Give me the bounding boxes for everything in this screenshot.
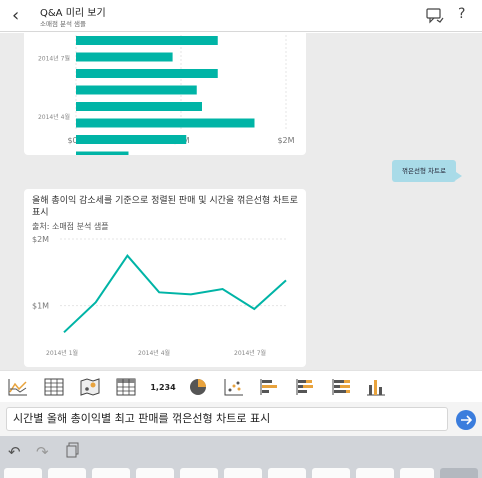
back-arrow-icon[interactable]: ‹ <box>12 6 30 26</box>
undo-icon[interactable]: ↶ <box>8 442 28 462</box>
card-number-icon[interactable]: 1,234 <box>148 374 178 400</box>
series-line <box>63 254 287 334</box>
bar <box>76 69 218 78</box>
top-bar: ‹ Q&A 미리 보기 소매점 분석 샘플 ? <box>0 0 482 32</box>
keyboard-shortcut-bar: ↶ ↷ <box>0 436 482 478</box>
x-tick-label: $2M <box>277 136 294 145</box>
table-icon[interactable] <box>40 374 68 400</box>
bar <box>76 85 197 95</box>
paste-icon[interactable] <box>66 442 86 462</box>
keyboard-key[interactable] <box>92 468 130 478</box>
send-arrow-icon <box>461 415 472 425</box>
keyboard-key[interactable] <box>356 468 394 478</box>
bar-chart-card[interactable]: $0M$1M$2M2014년 7월2014년 4월2014년 1월 <box>24 33 306 171</box>
qa-conversation: $0M$1M$2M2014년 7월2014년 4월2014년 1월 꺾은선형 차… <box>0 33 482 370</box>
keyboard-key[interactable] <box>312 468 350 478</box>
y-tick-label: 2014년 7월 <box>38 55 70 63</box>
keyboard-key[interactable] <box>400 468 434 478</box>
x-tick-label: 2014년 7월 <box>234 349 266 357</box>
redo-icon[interactable]: ↷ <box>36 442 56 462</box>
line-chart-icon[interactable] <box>4 374 32 400</box>
line-chart: $2M $1M 2014년 1월 2014년 4월 2014년 7월 <box>32 235 287 357</box>
user-message-bubble[interactable]: 꺾은선형 차트로 <box>392 160 462 182</box>
bar <box>76 151 129 161</box>
stacked-bar-chart-icon[interactable] <box>292 374 320 400</box>
help-icon[interactable]: ? <box>458 6 465 22</box>
bar <box>76 102 202 111</box>
line-chart-card[interactable]: 올해 총이익 감소세를 기준으로 정렬된 판매 및 시간을 꺾은선형 차트로 표… <box>24 189 306 367</box>
visual-type-toolbar: 1,234 <box>0 370 482 402</box>
keyboard-key[interactable] <box>224 468 262 478</box>
page-subtitle: 소매점 분석 샘플 <box>40 20 86 28</box>
page-title: Q&A 미리 보기 <box>40 8 106 19</box>
map-icon[interactable] <box>76 374 104 400</box>
bar <box>76 135 187 144</box>
matrix-icon[interactable] <box>112 374 140 400</box>
keyboard-key[interactable] <box>268 468 306 478</box>
keyboard-key[interactable] <box>180 468 218 478</box>
keyboard-key[interactable] <box>48 468 86 478</box>
x-tick-label: 2014년 1월 <box>46 349 78 357</box>
y-tick-label: $2M <box>32 235 49 244</box>
keyboard-key[interactable] <box>4 468 42 478</box>
bar-chart-icon[interactable] <box>256 374 284 400</box>
bar <box>76 36 218 45</box>
question-input[interactable]: 시간별 올해 총이익별 최고 판매를 꺾은선형 차트로 표시 <box>6 407 448 431</box>
keyboard-key[interactable] <box>440 468 478 478</box>
100-stacked-bar-chart-icon[interactable] <box>328 374 356 400</box>
bar <box>76 52 173 62</box>
pie-chart-icon[interactable] <box>184 374 212 400</box>
card-number-label: 1,234 <box>150 382 176 392</box>
question-input-row: 시간별 올해 총이익별 최고 판매를 꺾은선형 차트로 표시 <box>0 402 482 436</box>
send-button[interactable] <box>456 410 476 430</box>
y-tick-label: 2014년 4월 <box>38 113 70 121</box>
y-tick-label: $1M <box>32 302 49 311</box>
bar-chart: $0M$1M$2M2014년 7월2014년 4월2014년 1월 <box>38 33 295 171</box>
scatter-chart-icon[interactable] <box>220 374 248 400</box>
keyboard-key[interactable] <box>136 468 174 478</box>
column-chart-icon[interactable] <box>362 374 390 400</box>
chat-bubble-icon[interactable] <box>426 8 444 24</box>
x-tick-label: 2014년 4월 <box>138 349 170 357</box>
bar <box>76 118 255 128</box>
